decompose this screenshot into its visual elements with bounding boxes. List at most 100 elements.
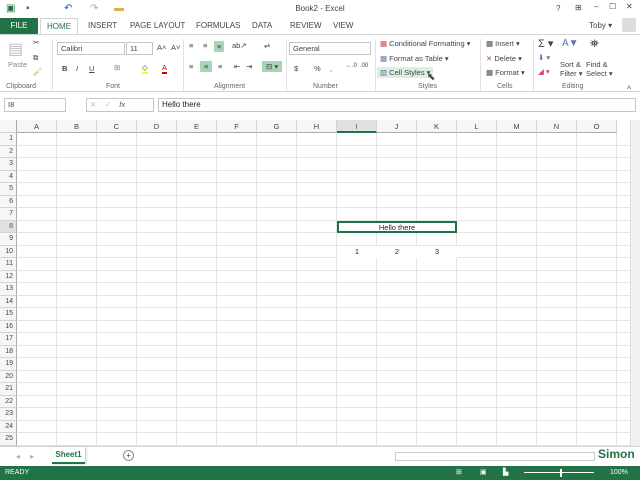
row-header[interactable]: 25 xyxy=(0,433,17,446)
row-header[interactable]: 4 xyxy=(0,170,17,183)
font-name-select[interactable]: Calibri xyxy=(57,42,125,55)
row-header[interactable]: 9 xyxy=(0,233,17,246)
align-middle-icon[interactable]: ≡ xyxy=(203,41,207,50)
tab-insert[interactable]: INSERT xyxy=(88,21,117,30)
cell-k10[interactable]: 3 xyxy=(417,245,457,258)
row-header[interactable]: 22 xyxy=(0,395,17,408)
help-button[interactable]: ? xyxy=(556,4,560,13)
number-format-select[interactable]: General xyxy=(289,42,371,55)
cut-icon[interactable]: ✂ xyxy=(33,38,39,47)
italic-button[interactable]: I xyxy=(76,64,78,73)
tab-page-layout[interactable]: PAGE LAYOUT xyxy=(130,21,185,30)
align-left-icon[interactable]: ≡ xyxy=(189,62,193,71)
row-header[interactable]: 3 xyxy=(0,158,17,171)
tab-file[interactable]: FILE xyxy=(0,18,38,34)
align-bottom-icon[interactable]: ≡ xyxy=(214,41,225,52)
column-header[interactable]: L xyxy=(457,120,497,133)
zoom-slider[interactable] xyxy=(524,472,594,473)
column-header[interactable]: B xyxy=(57,120,97,133)
row-header[interactable]: 15 xyxy=(0,308,17,321)
prev-sheet-icon[interactable]: ◂ xyxy=(16,452,20,461)
increase-font-icon[interactable]: A˄ xyxy=(157,43,166,52)
zoom-slider-thumb[interactable] xyxy=(560,469,562,477)
row-header[interactable]: 16 xyxy=(0,320,17,333)
column-header[interactable]: F xyxy=(217,120,257,133)
row-header[interactable]: 19 xyxy=(0,358,17,371)
row-header[interactable]: 17 xyxy=(0,333,17,346)
row-header[interactable]: 7 xyxy=(0,208,17,221)
spreadsheet-grid[interactable]: A B C D E F G H I J K L M N O 1 2 3 4 5 6 7 8 9 10 11 12 13 14 15 16 17… xyxy=(0,120,630,446)
vertical-scrollbar[interactable] xyxy=(630,120,640,446)
tab-view[interactable]: VIEW xyxy=(333,21,353,30)
row-header[interactable]: 10 xyxy=(0,245,17,258)
insert-function-button[interactable]: fx xyxy=(119,100,125,109)
percent-button[interactable]: % xyxy=(314,64,321,73)
orientation-icon[interactable]: ab↗ xyxy=(232,41,247,50)
sort-filter-icon[interactable]: A▼ xyxy=(562,38,579,49)
bold-button[interactable]: B xyxy=(62,64,67,73)
maximize-button[interactable]: ☐ xyxy=(609,2,616,11)
new-sheet-button[interactable]: + xyxy=(123,450,134,461)
cell-styles-button[interactable]: ▨ Cell Styles ▾ xyxy=(377,67,434,78)
formula-input[interactable]: Hello there xyxy=(158,98,636,112)
row-header[interactable]: 5 xyxy=(0,183,17,196)
comma-button[interactable]: , xyxy=(330,64,332,73)
format-as-table-button[interactable]: ▦ Format as Table ▾ xyxy=(380,54,449,63)
insert-cells-button[interactable]: ▦ Insert ▾ xyxy=(486,39,520,48)
column-header[interactable]: O xyxy=(577,120,617,133)
font-size-select[interactable]: 11 xyxy=(126,42,153,55)
decrease-font-icon[interactable]: A˅ xyxy=(171,43,180,52)
tab-review[interactable]: REVIEW xyxy=(290,21,322,30)
wrap-text-icon[interactable]: ⇌ xyxy=(264,41,270,50)
column-header[interactable]: H xyxy=(297,120,337,133)
align-center-icon[interactable]: ≡ xyxy=(200,61,213,72)
currency-button[interactable]: $ xyxy=(294,64,298,73)
tab-formulas[interactable]: FORMULAS xyxy=(196,21,240,30)
column-header[interactable]: K xyxy=(417,120,457,133)
sort-filter-button[interactable]: Sort & Filter ▾ xyxy=(560,60,583,78)
column-header[interactable]: E xyxy=(177,120,217,133)
align-top-icon[interactable]: ≡ xyxy=(189,41,193,50)
paste-icon[interactable]: ▤ xyxy=(8,39,23,59)
format-cells-button[interactable]: ▦ Format ▾ xyxy=(486,68,525,77)
page-break-view-icon[interactable]: ▙ xyxy=(503,468,508,476)
cancel-icon[interactable]: ✕ xyxy=(90,100,96,109)
column-header[interactable]: I xyxy=(337,120,377,133)
column-header[interactable]: J xyxy=(377,120,417,133)
normal-view-icon[interactable]: ⊞ xyxy=(456,468,462,476)
row-header[interactable]: 21 xyxy=(0,383,17,396)
row-header[interactable]: 8 xyxy=(0,220,17,233)
cell-i8[interactable]: Hello there xyxy=(337,220,457,233)
decrease-indent-icon[interactable]: ⇤ xyxy=(234,62,240,71)
borders-icon[interactable]: ⊞ xyxy=(114,63,120,72)
row-header[interactable]: 1 xyxy=(0,133,17,146)
fill-icon[interactable]: ⬇ ▾ xyxy=(538,53,550,62)
conditional-formatting-button[interactable]: ▦ Conditional Formatting ▾ xyxy=(380,39,470,48)
close-button[interactable]: ✕ xyxy=(626,2,633,11)
increase-indent-icon[interactable]: ⇥ xyxy=(246,62,252,71)
row-header[interactable]: 6 xyxy=(0,195,17,208)
select-all-corner[interactable] xyxy=(0,120,17,133)
increase-decimal-icon[interactable]: ←.0 xyxy=(346,63,357,69)
user-account[interactable]: Toby ▾ xyxy=(589,21,612,30)
cell-j10[interactable]: 2 xyxy=(377,245,417,258)
tab-data[interactable]: DATA xyxy=(252,21,272,30)
horizontal-scrollbar[interactable] xyxy=(395,452,595,461)
merge-center-icon[interactable]: ⊟ ▾ xyxy=(262,61,283,72)
find-select-button[interactable]: Find & Select ▾ xyxy=(586,60,613,78)
format-painter-icon[interactable]: 🖌 xyxy=(33,67,43,76)
autosum-icon[interactable]: Σ ▾ xyxy=(538,37,553,50)
zoom-level[interactable]: 100% xyxy=(610,469,628,476)
column-header[interactable]: N xyxy=(537,120,577,133)
row-header[interactable]: 11 xyxy=(0,258,17,271)
row-header[interactable]: 20 xyxy=(0,370,17,383)
fill-color-icon[interactable]: ◇ xyxy=(142,63,148,74)
row-header[interactable]: 23 xyxy=(0,408,17,421)
font-color-icon[interactable]: A xyxy=(162,63,168,74)
cell-i10[interactable]: 1 xyxy=(337,245,377,258)
name-box[interactable]: I8 xyxy=(4,98,66,112)
tab-home[interactable]: HOME xyxy=(40,18,78,35)
sheet-tab-sheet1[interactable]: Sheet1 xyxy=(52,447,85,464)
clear-icon[interactable]: ◢ ▾ xyxy=(538,67,550,76)
underline-button[interactable]: U xyxy=(89,64,94,73)
